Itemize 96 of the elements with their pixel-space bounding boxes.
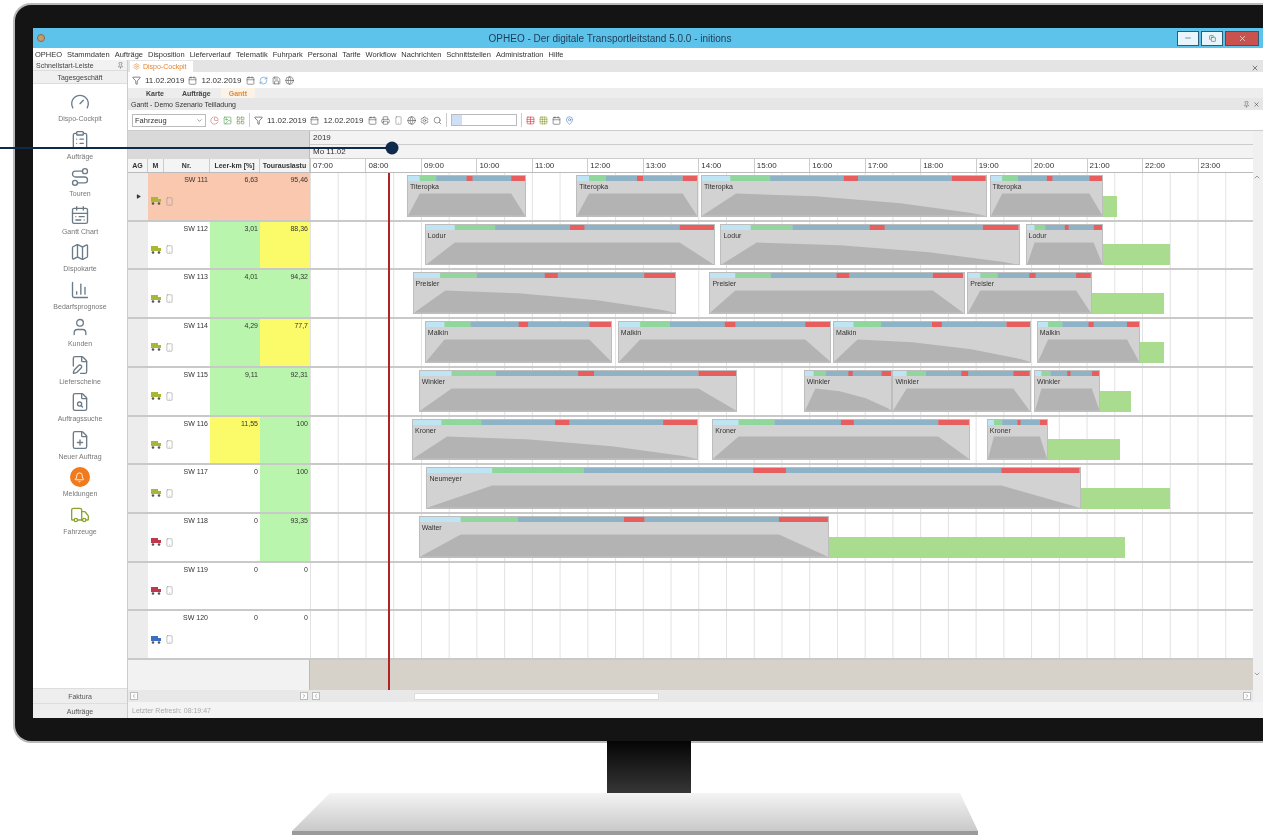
map-icon xyxy=(70,242,90,262)
idle-time-bar xyxy=(1139,341,1165,363)
close-icon xyxy=(1253,100,1260,108)
pie-chart-icon xyxy=(210,115,219,125)
calendar-icon xyxy=(367,115,377,125)
close-button[interactable] xyxy=(1225,30,1259,46)
chevron-right-icon xyxy=(1244,693,1250,700)
restore-button[interactable] xyxy=(1201,30,1223,46)
globe-icon xyxy=(406,115,416,125)
hour-label: 09:00 xyxy=(420,158,477,172)
restore-icon xyxy=(1208,34,1216,42)
phone-icon xyxy=(165,245,174,255)
date-from[interactable]: 11.02.2019 xyxy=(145,75,185,85)
chevron-left-icon xyxy=(313,693,319,700)
hour-label: 17:00 xyxy=(864,158,921,172)
search-icon xyxy=(432,115,442,125)
hour-label: 15:00 xyxy=(753,158,810,172)
hour-label: 23:00 xyxy=(1197,158,1253,172)
save-icon xyxy=(271,75,281,85)
document-search-icon xyxy=(70,392,90,412)
phone-icon xyxy=(165,196,174,206)
grid-icon xyxy=(538,115,548,125)
filter-icon xyxy=(254,115,263,125)
minimize-button[interactable] xyxy=(1177,30,1199,46)
row-pointer-icon xyxy=(135,193,141,199)
phone-icon xyxy=(165,391,174,401)
calendar-icon xyxy=(245,75,255,85)
calendar-icon xyxy=(188,75,198,85)
route-icon xyxy=(70,167,90,187)
scroll-right-button[interactable] xyxy=(1243,692,1251,701)
settings-icon xyxy=(419,115,429,125)
chevron-up-icon xyxy=(1253,173,1261,181)
idle-time-bar xyxy=(1103,244,1170,266)
tour-status-strip xyxy=(1034,370,1100,376)
calendar-icon xyxy=(551,115,561,125)
hour-label: 21:00 xyxy=(1086,158,1143,172)
gantt-chart-icon xyxy=(70,204,90,225)
window-title: OPHEO - Der digitale Transportleitstand 5.0.0 - initions xyxy=(487,32,733,44)
scroll-left-button[interactable] xyxy=(130,692,138,701)
hour-label: 22:00 xyxy=(1142,158,1198,172)
hour-label: 11:00 xyxy=(531,158,588,172)
hour-label: 19:00 xyxy=(975,158,1032,172)
search-field[interactable] xyxy=(450,114,517,126)
hour-label: 16:00 xyxy=(809,158,865,172)
hour-label: 14:00 xyxy=(698,158,754,172)
phone-icon xyxy=(165,488,174,498)
clipboard-icon xyxy=(70,129,90,150)
phone-icon xyxy=(165,537,174,547)
vertical-scrollbar[interactable] xyxy=(1253,131,1263,702)
filter-icon xyxy=(132,75,141,85)
date-to[interactable]: 12.02.2019 xyxy=(201,75,242,85)
refresh-icon xyxy=(258,75,268,85)
date-from[interactable]: 11.02.2019 xyxy=(267,115,307,125)
close-icon xyxy=(1251,64,1259,72)
date-to[interactable]: 12.02.2019 xyxy=(323,115,364,125)
year-header: 2019 xyxy=(310,131,1253,145)
hour-label: 08:00 xyxy=(365,158,421,172)
phone-icon xyxy=(165,586,174,596)
print-icon xyxy=(380,115,390,125)
app-icon xyxy=(37,34,45,42)
chevron-down-icon xyxy=(1253,670,1261,678)
hour-label: 20:00 xyxy=(1031,158,1087,172)
picture-icon xyxy=(223,115,232,125)
hour-label: 13:00 xyxy=(642,158,699,172)
phone-icon xyxy=(165,635,174,645)
globe-icon xyxy=(284,75,294,85)
hour-label: 10:00 xyxy=(476,158,532,172)
idle-time-bar xyxy=(1103,195,1118,217)
document-plus-icon xyxy=(70,429,90,450)
tour-status-strip xyxy=(987,419,1047,425)
minimize-icon xyxy=(1184,34,1192,42)
phone-icon xyxy=(393,115,403,125)
scroll-right-button[interactable] xyxy=(300,692,308,701)
table-icon xyxy=(525,115,535,125)
pin-icon xyxy=(117,61,124,69)
close-icon xyxy=(1237,33,1247,43)
chevron-left-icon xyxy=(131,693,137,700)
bell-icon xyxy=(70,467,90,487)
pin-icon xyxy=(1243,100,1250,108)
hour-label: 07:00 xyxy=(310,158,366,172)
chevron-right-icon xyxy=(301,693,307,700)
bar-chart-icon xyxy=(70,279,90,300)
phone-icon xyxy=(165,440,174,450)
document-pen-icon xyxy=(70,354,90,375)
horizontal-scrollbar[interactable] xyxy=(310,691,1253,702)
layout-icon xyxy=(236,115,245,125)
idle-time-bar xyxy=(1100,390,1131,412)
hour-label: 18:00 xyxy=(920,158,976,172)
scroll-left-button[interactable] xyxy=(312,692,320,701)
phone-icon xyxy=(165,342,174,352)
phone-icon xyxy=(165,294,174,304)
map-pin-icon xyxy=(564,115,574,125)
calendar-icon xyxy=(310,115,320,125)
horizontal-scrollbar[interactable] xyxy=(128,691,310,702)
caret-icon xyxy=(196,116,203,124)
hour-label: 12:00 xyxy=(587,158,643,172)
